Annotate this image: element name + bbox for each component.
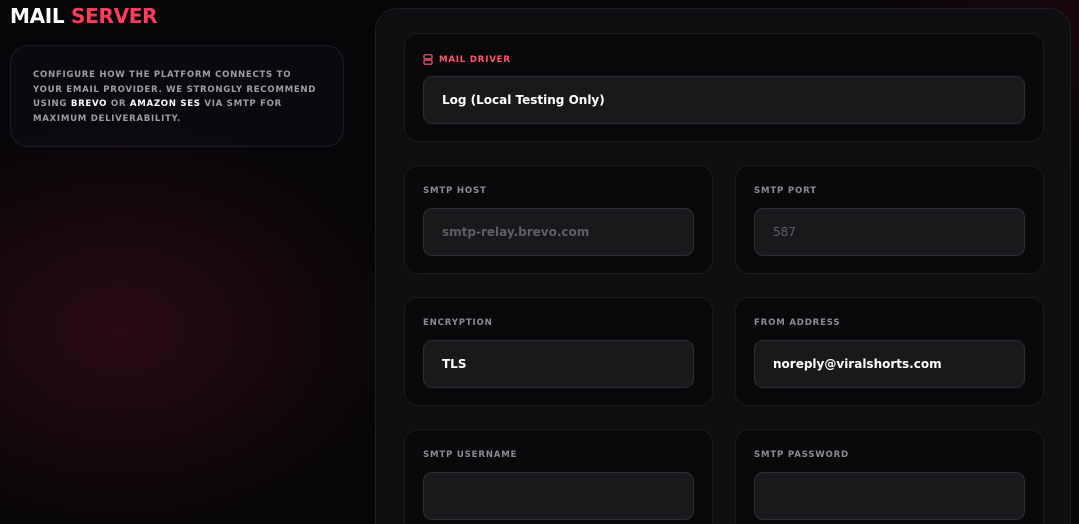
smtp-host-card: SMTP HOST smtp-relay.brevo.com (404, 165, 713, 274)
mail-server-page: MAIL SERVER CONFIGURE HOW THE PLATFORM C… (0, 0, 1079, 524)
smtp-password-label: SMTP PASSWORD (754, 450, 849, 460)
from-address-card: FROM ADDRESS noreply@viralshorts.com (735, 297, 1044, 406)
smtp-port-input[interactable]: 587 (754, 208, 1025, 256)
smtp-username-card: SMTP USERNAME (404, 429, 713, 524)
database-icon (423, 54, 433, 65)
from-address-label: FROM ADDRESS (754, 318, 841, 328)
encryption-label: ENCRYPTION (423, 318, 493, 328)
encryption-select[interactable]: TLS (423, 340, 694, 388)
smtp-port-card: SMTP PORT 587 (735, 165, 1044, 274)
info-text-mid: OR (107, 99, 130, 110)
page-title: MAIL SERVER (10, 4, 158, 28)
smtp-username-input[interactable] (423, 472, 694, 520)
info-highlight-amazon-ses: AMAZON SES (129, 99, 201, 110)
smtp-host-label: SMTP HOST (423, 186, 487, 196)
from-address-input[interactable]: noreply@viralshorts.com (754, 340, 1025, 388)
smtp-port-label: SMTP PORT (754, 186, 817, 196)
info-highlight-brevo: BREVO (70, 99, 108, 110)
page-title-part1: MAIL (10, 4, 65, 28)
smtp-username-label: SMTP USERNAME (423, 450, 518, 460)
info-card: CONFIGURE HOW THE PLATFORM CONNECTS TO Y… (10, 45, 344, 147)
smtp-password-card: SMTP PASSWORD (735, 429, 1044, 524)
info-text: CONFIGURE HOW THE PLATFORM CONNECTS TO Y… (33, 68, 323, 126)
smtp-password-input[interactable] (754, 472, 1025, 520)
mail-driver-label: MAIL DRIVER (439, 54, 511, 65)
mail-driver-card: MAIL DRIVER Log (Local Testing Only) (404, 33, 1044, 142)
mail-driver-label-row: MAIL DRIVER (423, 54, 511, 65)
smtp-host-input[interactable]: smtp-relay.brevo.com (423, 208, 694, 256)
page-title-part2: SERVER (71, 4, 158, 28)
encryption-card: ENCRYPTION TLS (404, 297, 713, 406)
mail-driver-select[interactable]: Log (Local Testing Only) (423, 76, 1025, 124)
settings-panel: MAIL DRIVER Log (Local Testing Only) SMT… (375, 8, 1071, 524)
